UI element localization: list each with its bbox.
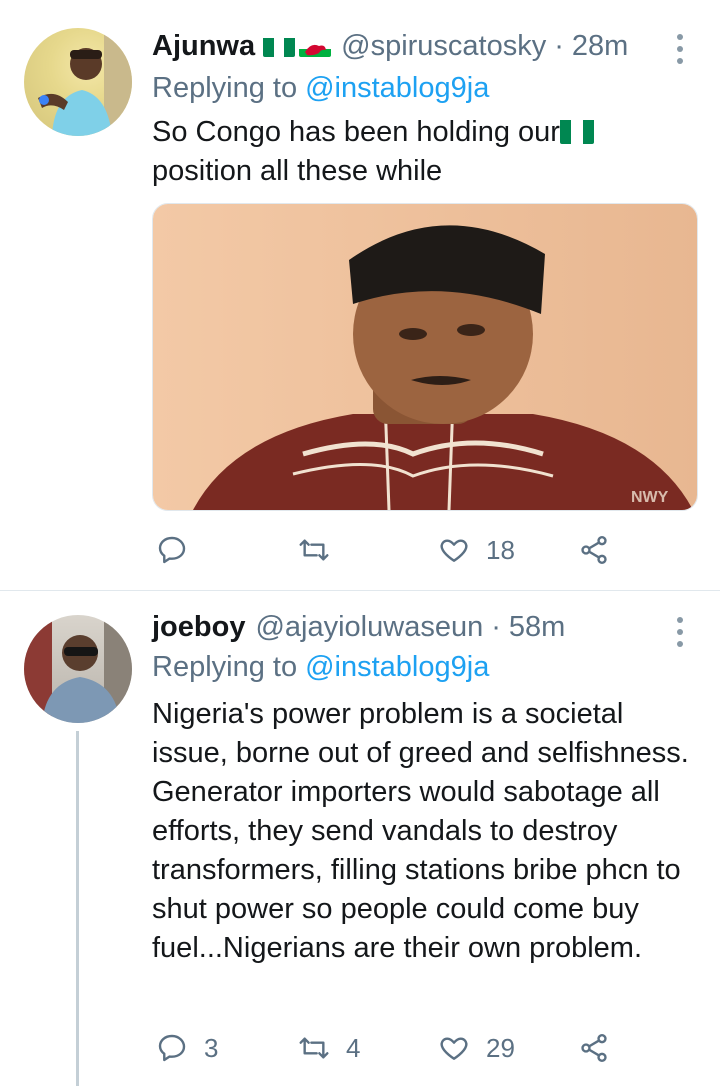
tweet-actions: 18: [152, 530, 692, 570]
separator-dot: ·: [491, 610, 501, 643]
display-name[interactable]: Ajunwa: [152, 30, 255, 63]
avatar[interactable]: [24, 28, 132, 136]
separator-dot: ·: [554, 29, 564, 62]
retweet-button[interactable]: [298, 530, 330, 570]
like-icon: [440, 1037, 468, 1060]
more-options-icon[interactable]: [676, 34, 684, 64]
mention-link[interactable]: @instablog9ja: [305, 651, 489, 683]
reply-button[interactable]: 3: [156, 1028, 218, 1068]
share-icon: [581, 1034, 607, 1062]
tweet-text: So Congo has been holding our position a…: [152, 113, 702, 191]
handle[interactable]: @spiruscatosky: [341, 30, 546, 63]
retweet-count: 4: [346, 1032, 361, 1063]
reply-button[interactable]: [156, 530, 188, 570]
retweet-button[interactable]: 4: [298, 1028, 360, 1068]
replying-to-label: Replying to: [152, 651, 298, 683]
thread-connector-line: [76, 731, 79, 1086]
display-name[interactable]: joeboy: [152, 611, 245, 644]
media-watermark: NWY: [631, 489, 669, 506]
tweet-text-line-2: position all these while: [152, 155, 443, 187]
like-count: 29: [486, 1032, 515, 1063]
mention-link[interactable]: @instablog9ja: [305, 72, 489, 104]
share-icon: [581, 536, 607, 564]
timestamp[interactable]: 28m: [572, 30, 628, 63]
like-count: 18: [486, 534, 515, 565]
retweet-icon: [299, 539, 329, 561]
reply-icon: [158, 1034, 186, 1062]
avatar[interactable]: [24, 615, 132, 723]
tweet-header: Ajunwa @spiruscatosky · 28m: [152, 24, 628, 68]
timestamp[interactable]: 58m: [509, 611, 565, 644]
tweet[interactable]: joeboy @ajayioluwaseun · 58m Replying to…: [0, 591, 720, 1086]
tweet-photo[interactable]: NWY: [152, 203, 698, 511]
name-flags: [263, 35, 332, 57]
tweet[interactable]: Ajunwa @spiruscatosky · 28m Replying to @…: [0, 0, 720, 590]
share-button[interactable]: [578, 530, 610, 570]
tweet-actions: 3 4 29: [152, 1028, 692, 1068]
like-icon: [440, 539, 468, 562]
replying-to-label: Replying to: [152, 72, 298, 104]
nigeria-flag-icon: [263, 35, 296, 57]
tweet-text-line-1: So Congo has been holding our: [152, 116, 560, 148]
retweet-icon: [299, 1037, 329, 1059]
tweet-header: joeboy @ajayioluwaseun · 58m: [152, 605, 565, 649]
like-button[interactable]: 29: [438, 1028, 515, 1068]
tweet-text: Nigeria's power problem is a societal is…: [152, 698, 689, 964]
replying-to: Replying to @instablog9ja: [152, 72, 489, 105]
wales-flag-icon: [299, 35, 332, 57]
handle[interactable]: @ajayioluwaseun: [255, 611, 483, 644]
reply-count: 3: [204, 1032, 219, 1063]
more-options-icon[interactable]: [676, 617, 684, 647]
like-button[interactable]: 18: [438, 530, 515, 570]
replying-to: Replying to @instablog9ja: [152, 651, 489, 684]
share-button[interactable]: [578, 1028, 610, 1068]
nigeria-flag-icon: [559, 118, 594, 144]
reply-icon: [158, 536, 186, 564]
